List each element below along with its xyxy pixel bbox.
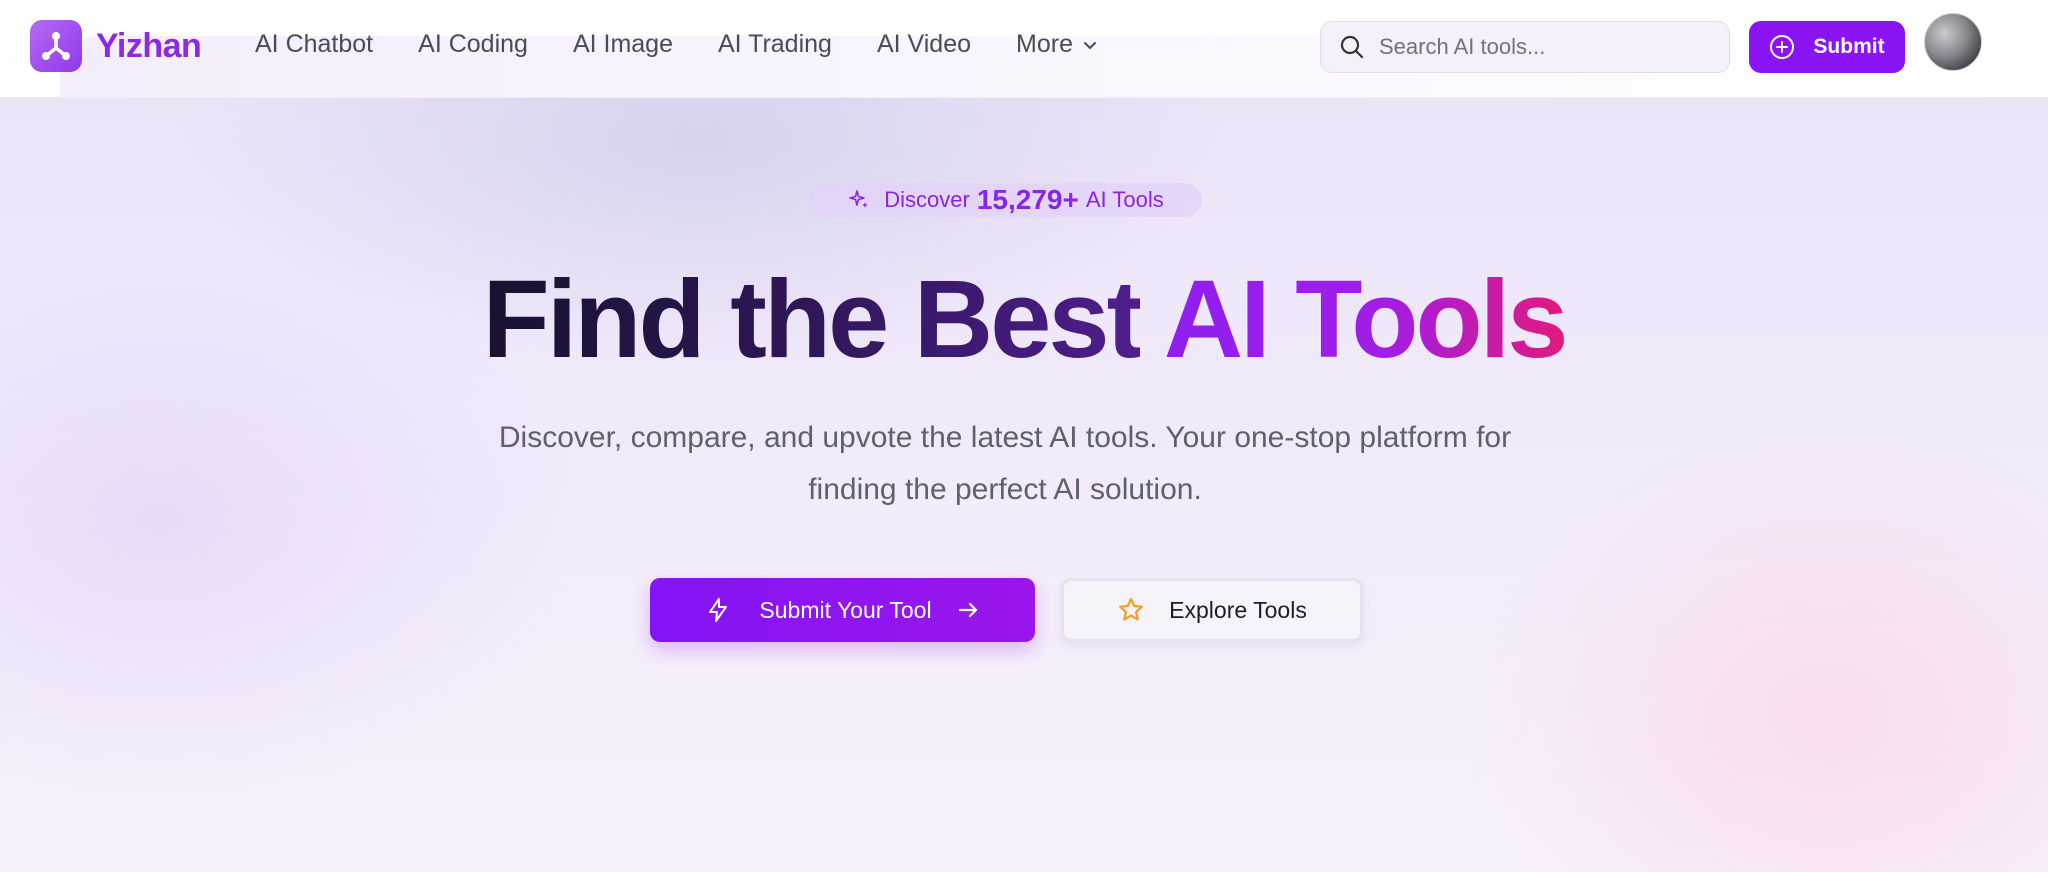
explore-tools-label: Explore Tools bbox=[1169, 596, 1307, 623]
subtitle-line-2: finding the perfect AI solution. bbox=[808, 473, 1202, 506]
brand-logo[interactable]: Yizhan bbox=[30, 20, 202, 72]
nav-item-ai-video[interactable]: AI Video bbox=[877, 30, 971, 59]
star-icon bbox=[1119, 597, 1144, 621]
lightning-icon bbox=[709, 598, 728, 622]
hub-icon bbox=[30, 20, 82, 72]
search-box[interactable] bbox=[1320, 21, 1730, 73]
brand-name: Yizhan bbox=[96, 26, 202, 65]
badge-prefix: Discover bbox=[884, 187, 970, 212]
search-input[interactable] bbox=[1379, 34, 1699, 60]
subtitle-line-1: Discover, compare, and upvote the latest… bbox=[498, 421, 1512, 454]
top-navbar: Yizhan AI Chatbot AI Coding AI Image AI … bbox=[0, 0, 2048, 98]
submit-your-tool-button[interactable]: Submit Your Tool bbox=[650, 578, 1035, 642]
chevron-down-icon bbox=[1083, 41, 1096, 49]
hero-subtitle: Discover, compare, and upvote the latest… bbox=[440, 412, 1570, 516]
main-nav: AI Chatbot AI Coding AI Image AI Trading… bbox=[255, 30, 1144, 59]
tool-count-badge: Discover 15,279+ AI Tools bbox=[810, 183, 1202, 217]
headline-main: Find the Best bbox=[482, 258, 1144, 381]
plus-circle-icon bbox=[1770, 35, 1795, 59]
badge-suffix: AI Tools bbox=[1085, 187, 1164, 212]
hero-headline: Find the Best AI Tools bbox=[0, 255, 2048, 385]
nav-item-more[interactable]: More bbox=[1016, 30, 1099, 59]
nav-item-ai-trading[interactable]: AI Trading bbox=[718, 30, 832, 59]
explore-tools-button[interactable]: Explore Tools bbox=[1061, 578, 1363, 642]
badge-count: 15,279+ bbox=[976, 184, 1079, 215]
headline-accent: AI Tools bbox=[1163, 258, 1569, 381]
nav-item-more-label: More bbox=[1016, 30, 1073, 58]
arrow-right-icon bbox=[958, 602, 977, 618]
header-submit-button[interactable]: Submit bbox=[1749, 21, 1905, 73]
nav-item-ai-coding[interactable]: AI Coding bbox=[418, 30, 528, 59]
submit-your-tool-label: Submit Your Tool bbox=[759, 596, 932, 623]
nav-item-ai-chatbot[interactable]: AI Chatbot bbox=[255, 30, 373, 59]
search-icon bbox=[1340, 35, 1364, 59]
user-avatar[interactable] bbox=[1924, 13, 1982, 71]
sparkles-icon bbox=[849, 190, 869, 208]
nav-item-ai-image[interactable]: AI Image bbox=[573, 30, 673, 59]
header-submit-label: Submit bbox=[1813, 35, 1885, 58]
